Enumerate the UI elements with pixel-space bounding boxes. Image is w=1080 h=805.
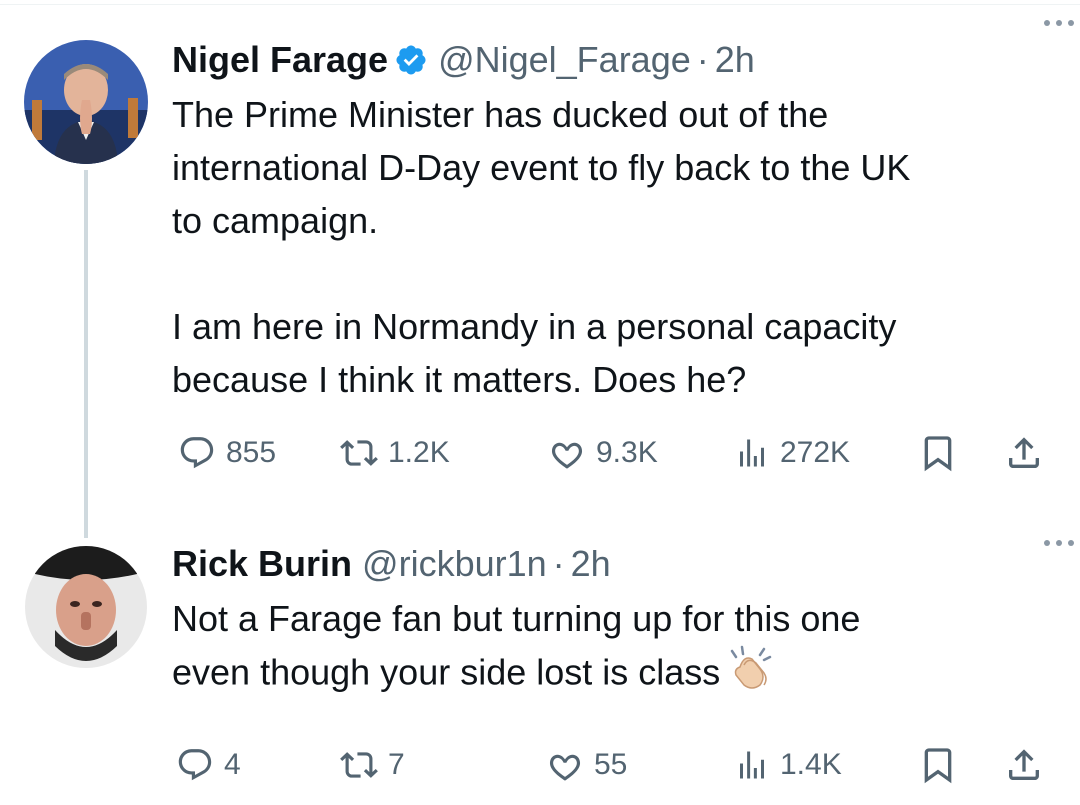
- bookmark-button[interactable]: [918, 428, 958, 478]
- share-icon: [1009, 437, 1039, 468]
- avatar[interactable]: [25, 546, 147, 668]
- repost-button[interactable]: 7: [340, 740, 405, 790]
- verified-badge-icon: [394, 43, 428, 77]
- heart-icon: [551, 442, 583, 469]
- reply-icon: [178, 749, 212, 781]
- share-button[interactable]: [1004, 428, 1044, 478]
- action-bar: 855 1.2K 9.3K 272K: [172, 428, 1052, 478]
- bookmark-icon: [924, 436, 952, 472]
- views-icon: [740, 439, 764, 467]
- repost-icon: [340, 440, 378, 466]
- share-button[interactable]: [1004, 740, 1044, 790]
- more-options-icon[interactable]: [1044, 540, 1074, 546]
- views-button[interactable]: 272K: [734, 428, 850, 478]
- separator: ·: [552, 543, 565, 584]
- timestamp[interactable]: 2h: [715, 39, 755, 81]
- bookmark-icon: [924, 748, 952, 784]
- like-count: 55: [594, 748, 628, 781]
- avatar[interactable]: [24, 40, 148, 164]
- repost-count: 1.2K: [388, 436, 450, 469]
- like-button[interactable]: 55: [546, 740, 627, 790]
- author-name[interactable]: Rick Burin: [172, 543, 352, 585]
- tweet-text: The Prime Minister has ducked out of the…: [172, 94, 911, 400]
- share-icon: [1009, 749, 1039, 780]
- clapping-hands-icon: [726, 645, 772, 705]
- reply-count: 855: [226, 436, 277, 469]
- action-bar: 4 7 55 1.4K: [172, 740, 1052, 790]
- author-handle[interactable]: @rickbur1n: [362, 543, 547, 585]
- tweet[interactable]: Nigel Farage @Nigel_Farage · 2h The Prim…: [0, 0, 1080, 538]
- more-options-icon[interactable]: [1044, 20, 1074, 26]
- views-button[interactable]: 1.4K: [734, 740, 842, 790]
- tweet-header: Nigel Farage @Nigel_Farage · 2h: [172, 36, 1052, 84]
- author-name[interactable]: Nigel Farage: [172, 39, 388, 81]
- reply-icon: [180, 437, 214, 469]
- reply-button[interactable]: 4: [176, 740, 241, 790]
- view-count: 1.4K: [780, 748, 842, 781]
- views-icon: [740, 751, 764, 779]
- tweet-header: Rick Burin @rickbur1n · 2h: [172, 540, 1052, 588]
- author-handle[interactable]: @Nigel_Farage: [438, 39, 691, 81]
- repost-count: 7: [388, 748, 405, 781]
- timestamp[interactable]: 2h: [571, 543, 611, 585]
- heart-icon: [549, 754, 581, 781]
- bookmark-button[interactable]: [918, 740, 958, 790]
- like-count: 9.3K: [596, 436, 658, 469]
- thread-line: [84, 170, 88, 538]
- repost-button[interactable]: 1.2K: [340, 428, 450, 478]
- tweet[interactable]: Rick Burin @rickbur1n · 2h Not a Farage …: [0, 520, 1080, 805]
- separator: ·: [696, 39, 709, 80]
- reply-button[interactable]: 855: [178, 428, 276, 478]
- like-button[interactable]: 9.3K: [548, 428, 658, 478]
- repost-icon: [340, 752, 378, 778]
- view-count: 272K: [780, 436, 851, 469]
- tweet-text: Not a Farage fan but turning up for this…: [172, 592, 1052, 705]
- reply-count: 4: [224, 748, 241, 781]
